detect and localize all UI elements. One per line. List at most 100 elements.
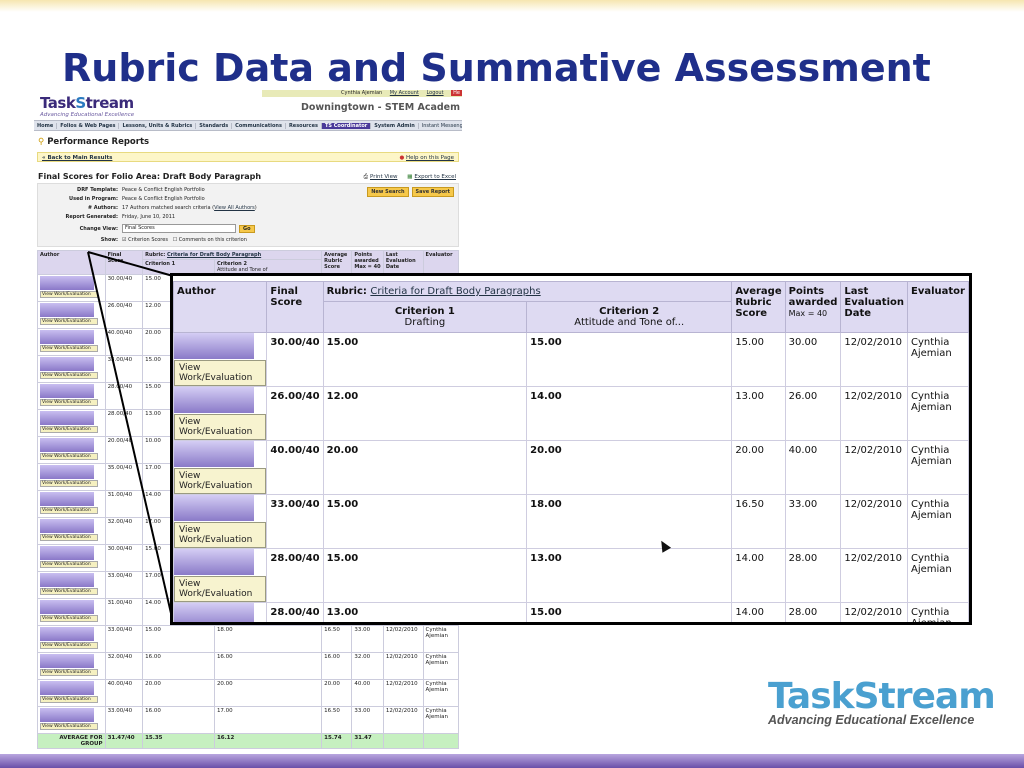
taskstream-logo-small[interactable]: TaskStream Advancing Educational Excelle… [40,94,134,118]
view-work-button[interactable]: View Work/Evaluation [40,318,98,325]
z-col-crit1: Criterion 1 Drafting [322,301,528,333]
cell-avg: 14.00 [731,602,786,622]
cell-final: 20.00/40 [104,436,144,464]
nav-item[interactable]: TS Coordinator [321,122,372,129]
cell-eval: Cynthia Ajemian [906,494,969,549]
help-link[interactable]: He [451,90,462,96]
zoomed-table-panel: Author Final Score Rubric: Criteria for D… [170,273,972,625]
user-name: Cynthia Ajemian [341,90,383,96]
view-work-button[interactable]: View Work/Evaluation [40,507,98,514]
rubric-link[interactable]: Criteria for Draft Body Paragraph [167,252,261,258]
col-evaluator: Evaluator [422,250,460,275]
cell-final: 33.00/40 [104,625,144,653]
cell-avg: 20.00 [321,679,353,707]
view-work-button[interactable]: View Work/Evaluation [40,372,98,379]
cell-pts: 40.00 [784,440,842,495]
cell-final: 28.00/40 [104,382,144,410]
nav-item[interactable]: Resources [286,122,322,129]
z-col-date: Last Evaluation Date [840,281,908,333]
district-name: Downingtown - STEM Academ [300,102,460,113]
nav-item[interactable]: Standards [196,122,233,129]
author-cell: View Work/Evaluation [37,409,106,437]
cell-date: 12/02/2010 [840,548,908,603]
go-button[interactable]: Go [239,225,255,233]
cell-final: 33.00/40 [104,706,144,734]
cell-date: 12/02/2010 [382,652,424,680]
back-to-results-link[interactable]: « Back to Main Results [42,155,112,161]
cell-eval: Cynthia Ajemian [422,706,460,734]
nav-item[interactable]: Instant Messeng [419,123,462,129]
author-cell: View Work/Evaluation [37,328,106,356]
new-search-button[interactable]: New Search [367,187,409,197]
cell-pts: 28.00 [784,602,842,622]
author-cell: View Work/Evaluation [37,571,106,599]
view-work-button[interactable]: View Work/Evaluation [40,426,98,433]
author-cell: View Work/Evaluation [37,436,106,464]
cell-eval: Cynthia Ajemian [906,332,969,387]
view-work-button[interactable]: View Work/Evaluation [40,399,98,406]
info-row: # Authors: 17 Authors matched search crit… [87,205,257,211]
cell-pts: 33.00 [784,494,842,549]
nav-item[interactable]: Folios & Web Pages [57,122,120,129]
author-cell: View Work/Evaluation [37,490,106,518]
cell-eval: Cynthia Ajemian [422,652,460,680]
save-report-button[interactable]: Save Report [411,187,454,197]
view-work-button[interactable]: View Work/Evaluation [40,480,98,487]
help-page-link[interactable]: Help on this Page [406,155,454,161]
my-account-link[interactable]: My Account [390,90,419,96]
info-row: Used in Program: Peace & Conflict English… [69,196,205,202]
author-thumbnail [40,546,94,560]
view-work-button[interactable]: View Work/Evaluation [40,696,98,703]
z-col-crit2: Criterion 2 Attitude and Tone of... [526,301,733,333]
view-work-button[interactable]: View Work/Evaluation [174,576,267,602]
cell-avg: 16.50 [731,494,786,549]
view-work-button[interactable]: View Work/Evaluation [40,642,98,649]
export-excel-link[interactable]: Export to Excel [414,174,456,180]
comments-checkbox[interactable]: ☐ [173,237,177,243]
criterion-scores-checkbox[interactable]: ☑ [122,237,126,243]
average-row: AVERAGE FOR GROUP 31.47/40 15.35 16.12 15.74… [37,733,460,749]
cell-c1: 15.00 [322,332,528,387]
view-work-button[interactable]: View Work/Evaluation [40,345,98,352]
view-work-button[interactable]: View Work/Evaluation [174,522,267,548]
author-thumbnail [40,465,94,479]
cell-final: 31.00/40 [104,490,144,518]
view-work-button[interactable]: View Work/Evaluation [40,453,98,460]
view-work-button[interactable]: View Work/Evaluation [40,669,98,676]
print-view-link[interactable]: Print View [370,174,397,180]
author-thumbnail [40,681,94,695]
user-bar: Cynthia Ajemian My Account Logout He [262,90,462,97]
view-all-authors-link[interactable]: View All Authors [214,205,255,211]
view-work-button[interactable]: View Work/Evaluation [40,561,98,568]
view-work-button[interactable]: View Work/Evaluation [40,723,98,730]
logout-link[interactable]: Logout [426,90,443,96]
view-work-button[interactable]: View Work/Evaluation [40,588,98,595]
view-work-button[interactable]: View Work/Evaluation [40,615,98,622]
view-work-button[interactable]: View Work/Evaluation [174,468,267,494]
cell-eval: Cynthia Ajemian [906,602,969,622]
z-col-points: Points awarded Max = 40 [784,281,842,333]
nav-item[interactable]: Home [34,122,58,129]
help-icon: ● [399,155,405,161]
nav-item[interactable]: System Admin [371,122,419,129]
avg-c1: 15.35 [142,733,215,749]
view-work-button[interactable]: View Work/Evaluation [174,360,267,386]
nav-item[interactable]: Communications [232,122,286,129]
cell-pts: 30.00 [784,332,842,387]
cell-c1: 12.00 [322,386,528,441]
col-rubric: Rubric: Criteria for Draft Body Paragrap… [142,250,323,260]
nav-item[interactable]: Lessons, Units & Rubrics [119,122,197,129]
author-thumbnail [40,708,94,722]
author-cell: View Work/Evaluation [37,355,106,383]
view-work-button[interactable]: View Work/Evaluation [40,291,98,298]
view-work-button[interactable]: View Work/Evaluation [40,534,98,541]
cell-c2: 13.00 [526,548,733,603]
cell-final: 26.00/40 [266,386,324,441]
view-work-button[interactable]: View Work/Evaluation [174,414,267,440]
z-rubric-link[interactable]: Criteria for Draft Body Paragraphs [370,286,540,297]
cell-eval: Cynthia Ajemian [422,679,460,707]
author-thumbnail [174,333,254,359]
change-view-select[interactable]: Final Scores [122,224,236,233]
cell-final: 33.00/40 [104,571,144,599]
author-thumbnail [174,495,254,521]
